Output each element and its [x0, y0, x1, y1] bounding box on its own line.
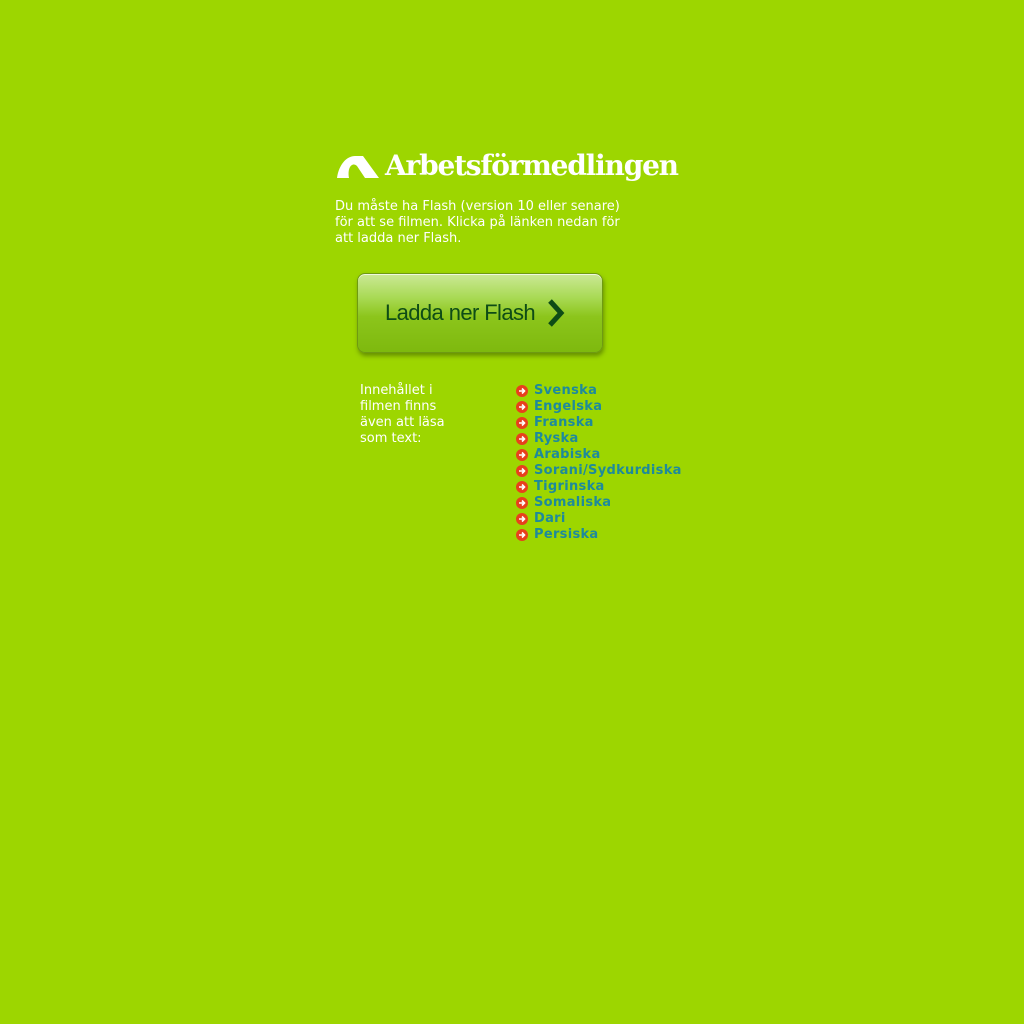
language-link-tigrinska[interactable]: Tigrinska [534, 479, 605, 495]
arrow-right-circle-icon [516, 465, 528, 477]
logo[interactable]: Arbetsförmedlingen [335, 146, 679, 186]
arrow-right-circle-icon [516, 417, 528, 429]
language-link-engelska[interactable]: Engelska [534, 399, 602, 415]
arrow-right-circle-icon [516, 529, 528, 541]
list-item: Tigrinska [516, 479, 682, 495]
transcript-note: Innehållet i filmen finns även att läsa … [360, 383, 445, 446]
language-link-sorani-sydkurdiska[interactable]: Sorani/Sydkurdiska [534, 463, 682, 479]
arrow-right-circle-icon [516, 385, 528, 397]
arrow-right-circle-icon [516, 449, 528, 461]
intro-text: Du måste ha Flash (version 10 eller sena… [335, 199, 620, 246]
list-item: Dari [516, 511, 682, 527]
arrow-right-circle-icon [516, 401, 528, 413]
language-link-ryska[interactable]: Ryska [534, 431, 579, 447]
language-link-svenska[interactable]: Svenska [534, 383, 597, 399]
page: Arbetsförmedlingen Du måste ha Flash (ve… [0, 0, 1024, 1024]
list-item: Persiska [516, 527, 682, 543]
chevron-right-icon [548, 299, 565, 327]
list-item: Ryska [516, 431, 682, 447]
download-flash-label: Ladda ner Flash [385, 300, 536, 325]
language-link-persiska[interactable]: Persiska [534, 527, 599, 543]
arrow-right-circle-icon [516, 481, 528, 493]
arrow-right-circle-icon [516, 497, 528, 509]
list-item: Franska [516, 415, 682, 431]
language-link-somaliska[interactable]: Somaliska [534, 495, 611, 511]
list-item: Arabiska [516, 447, 682, 463]
list-item: Somaliska [516, 495, 682, 511]
language-link-arabiska[interactable]: Arabiska [534, 447, 601, 463]
list-item: Sorani/Sydkurdiska [516, 463, 682, 479]
arbetsformedlingen-logo-icon [337, 156, 379, 178]
language-link-franska[interactable]: Franska [534, 415, 594, 431]
arrow-right-circle-icon [516, 513, 528, 525]
logo-text: Arbetsförmedlingen [385, 149, 679, 182]
list-item: Svenska [516, 383, 682, 399]
download-flash-button[interactable]: Ladda ner Flash [357, 273, 603, 353]
language-list: Svenska Engelska Franska Ryska Arabiska … [516, 383, 682, 543]
list-item: Engelska [516, 399, 682, 415]
language-link-dari[interactable]: Dari [534, 511, 566, 527]
arrow-right-circle-icon [516, 433, 528, 445]
